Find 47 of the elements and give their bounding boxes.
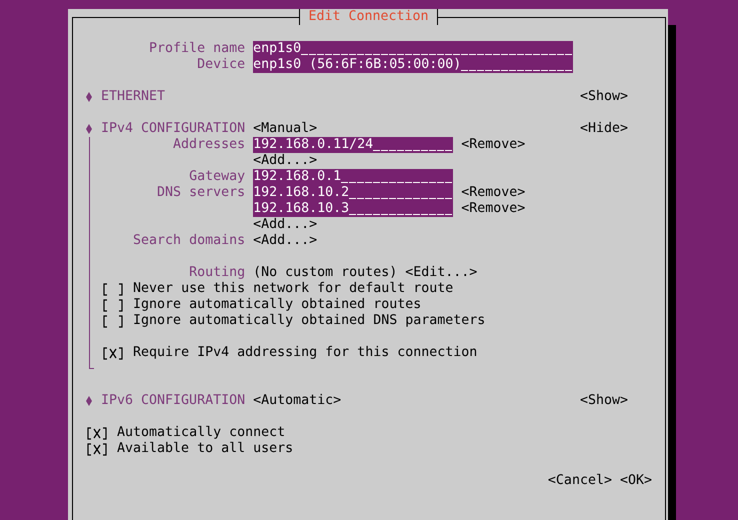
show-button[interactable]: <Show> (580, 393, 628, 409)
hide-button[interactable]: <Hide> (580, 121, 628, 137)
checkbox-label: Ignore automatically obtained DNS parameters (133, 313, 486, 329)
add-button[interactable]: <Add...> (253, 153, 318, 169)
ok-button[interactable]: <OK> (620, 473, 652, 489)
field-label: Search domains (132, 233, 246, 249)
checkbox[interactable] (101, 281, 126, 297)
routing-value: (No custom routes) (253, 265, 398, 281)
field-label: Profile name (148, 41, 246, 57)
show-button[interactable]: <Show> (580, 89, 628, 105)
input-field[interactable]: enp1s0 (56:6F:6B:05:00:00) (253, 57, 574, 73)
field-label: Gateway (188, 169, 246, 185)
remove-button[interactable]: <Remove> (461, 137, 526, 153)
mode-dropdown[interactable]: <Manual> (253, 121, 318, 137)
diamond-icon (85, 91, 93, 103)
diamond-icon (85, 395, 93, 407)
field-label: Device (196, 57, 246, 73)
section-title: ETHERNET (101, 89, 166, 105)
checkbox[interactable] (101, 297, 126, 313)
diamond-icon (85, 123, 93, 135)
remove-button[interactable]: <Remove> (461, 201, 526, 217)
checkbox-label: Never use this network for default route (133, 281, 454, 297)
input-field[interactable]: 192.168.0.11/24 (253, 137, 454, 153)
checkbox-label: Automatically connect (117, 425, 286, 441)
mode-dropdown[interactable]: <Automatic> (253, 393, 342, 409)
section-title: IPv6 CONFIGURATION (101, 393, 246, 409)
checkbox[interactable] (85, 441, 109, 457)
dialog-title: Edit Connection (299, 9, 438, 25)
section-title: IPv4 CONFIGURATION (101, 121, 246, 137)
edit-button[interactable]: <Edit...> (405, 265, 478, 281)
input-field[interactable]: 192.168.10.3 (253, 201, 454, 217)
input-field[interactable]: 192.168.0.1 (253, 169, 454, 185)
cancel-button[interactable]: <Cancel> (548, 473, 612, 489)
field-label: DNS servers (156, 185, 246, 201)
remove-button[interactable]: <Remove> (461, 185, 526, 201)
field-label: Routing (188, 265, 246, 281)
field-label: Addresses (172, 137, 246, 153)
input-field[interactable]: 192.168.10.2 (253, 185, 454, 201)
add-button[interactable]: <Add...> (253, 217, 318, 233)
checkbox[interactable] (85, 425, 109, 441)
checkbox[interactable] (101, 345, 126, 361)
add-button[interactable]: <Add...> (253, 233, 318, 249)
checkbox-label: Ignore automatically obtained routes (133, 297, 422, 313)
checkbox[interactable] (101, 313, 126, 329)
checkbox-label: Require IPv4 addressing for this connection (133, 345, 478, 361)
input-field[interactable]: enp1s0 (253, 41, 574, 57)
checkbox-label: Available to all users (117, 441, 294, 457)
